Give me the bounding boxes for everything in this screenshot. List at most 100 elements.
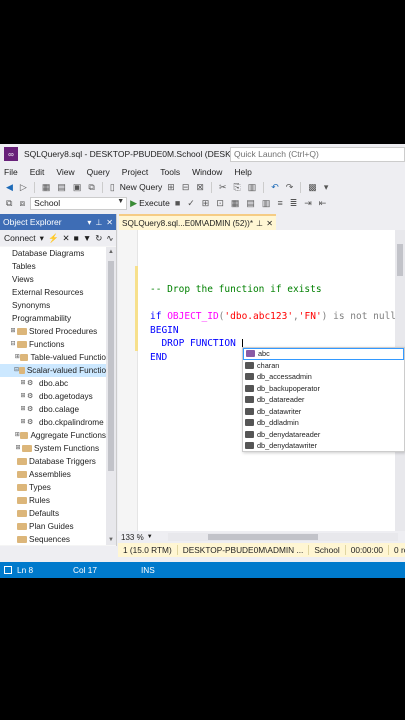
- mdx-icon[interactable]: ⊟: [180, 182, 192, 193]
- copy-icon[interactable]: ⎘: [231, 182, 242, 193]
- tree-item[interactable]: ⊞ Aggregate Functions: [0, 429, 106, 442]
- refresh-icon[interactable]: ↻: [95, 233, 102, 244]
- menu-project[interactable]: Project: [116, 167, 154, 177]
- query-options-icon[interactable]: ⊡: [214, 198, 226, 209]
- scroll-thumb[interactable]: [208, 534, 318, 540]
- comment-icon[interactable]: ≡: [275, 198, 284, 208]
- filter-icon[interactable]: ▼: [83, 233, 91, 243]
- intellisense-list[interactable]: abc charan db_accessadmin db_backupoperator…: [242, 347, 405, 452]
- disconnect-icon[interactable]: ✕: [63, 233, 70, 244]
- parse-icon[interactable]: ✓: [185, 198, 197, 209]
- db-query-icon[interactable]: ⊞: [165, 182, 177, 193]
- tree-item[interactable]: Views: [0, 273, 106, 286]
- results-file-icon[interactable]: ▥: [260, 198, 273, 209]
- tree-item[interactable]: ⊞ Stored Procedures: [0, 325, 106, 338]
- properties-icon[interactable]: ▩: [306, 182, 319, 193]
- tree-item[interactable]: Plan Guides: [0, 520, 106, 533]
- indent-icon[interactable]: ⇥: [302, 198, 314, 209]
- menu-file[interactable]: File: [0, 167, 24, 177]
- expand-toggle-icon[interactable]: ⊞: [9, 325, 17, 338]
- tree-item[interactable]: Database Diagrams: [0, 247, 106, 260]
- display-plan-icon[interactable]: ⊞: [200, 198, 212, 209]
- tree-item[interactable]: ⊞ ⚙ dbo.ckpalindrome: [0, 416, 106, 429]
- paste-icon[interactable]: ▥: [246, 182, 259, 193]
- new-project-icon[interactable]: ▦: [40, 182, 53, 193]
- intellisense-item[interactable]: db_datareader: [243, 394, 404, 406]
- intellisense-item[interactable]: db_accessadmin: [243, 371, 404, 383]
- open-file-icon[interactable]: ▤: [55, 182, 68, 193]
- back-icon[interactable]: ◀: [4, 182, 15, 193]
- scroll-thumb[interactable]: [108, 261, 114, 471]
- forward-icon[interactable]: ▷: [18, 182, 29, 193]
- tree-item[interactable]: ⊞ System Functions: [0, 442, 106, 455]
- tree-item[interactable]: Rules: [0, 494, 106, 507]
- redo-icon[interactable]: ↷: [284, 182, 296, 193]
- intellisense-item[interactable]: db_ddladmin: [243, 417, 404, 429]
- stop-icon[interactable]: ■: [173, 198, 182, 208]
- tree-item[interactable]: Types: [0, 481, 106, 494]
- tree-item[interactable]: ⊟ Functions: [0, 338, 106, 351]
- menu-help[interactable]: Help: [228, 167, 257, 177]
- close-tab-icon[interactable]: ✕: [266, 218, 273, 228]
- scroll-thumb[interactable]: [397, 244, 403, 276]
- results-grid-icon[interactable]: ▦: [229, 198, 242, 209]
- new-query-button[interactable]: New Query: [120, 182, 163, 192]
- tree-item[interactable]: Database Triggers: [0, 455, 106, 468]
- results-text-icon[interactable]: ▤: [244, 198, 257, 209]
- expand-toggle-icon[interactable]: ⊞: [14, 442, 22, 455]
- dmx-icon[interactable]: ⊠: [194, 182, 206, 193]
- stop-icon[interactable]: ■: [74, 233, 79, 243]
- menu-window[interactable]: Window: [186, 167, 228, 177]
- expand-toggle-icon[interactable]: ⊞: [19, 390, 27, 403]
- tree-item[interactable]: ⊞ ⚙ dbo.abc: [0, 377, 106, 390]
- uncomment-icon[interactable]: ≣: [288, 198, 300, 209]
- save-icon[interactable]: ▣: [71, 182, 84, 193]
- change-connection-icon[interactable]: ⧈: [17, 198, 27, 209]
- intellisense-item[interactable]: db_denydatareader: [243, 429, 404, 441]
- chevron-down-icon[interactable]: ▼: [147, 534, 153, 540]
- undo-icon[interactable]: ↶: [269, 182, 281, 193]
- pin-icon[interactable]: ⊥: [256, 218, 263, 228]
- save-all-icon[interactable]: ⧉: [86, 182, 96, 193]
- object-explorer-scrollbar[interactable]: ▲ ▼: [106, 247, 116, 545]
- activity-monitor-icon[interactable]: ∿: [106, 233, 113, 244]
- cut-icon[interactable]: ✂: [217, 182, 229, 193]
- close-icon[interactable]: ✕: [106, 218, 113, 227]
- menu-edit[interactable]: Edit: [24, 167, 51, 177]
- toolbar-overflow-icon[interactable]: ▾: [322, 182, 331, 193]
- expand-toggle-icon[interactable]: ⊟: [9, 338, 17, 351]
- tree-item[interactable]: Tables: [0, 260, 106, 273]
- intellisense-item[interactable]: db_denydatawriter: [243, 440, 404, 451]
- connect-dropdown-icon[interactable]: ▾: [40, 233, 44, 244]
- menu-query[interactable]: Query: [81, 167, 116, 177]
- tree-item[interactable]: Programmability: [0, 312, 106, 325]
- zoom-level[interactable]: 133 %: [118, 533, 147, 542]
- tab-sqlquery8[interactable]: SQLQuery8.sql...E0M\ADMIN (52))* ⊥ ✕: [119, 214, 277, 230]
- code-area[interactable]: -- Drop the function if exists if OBJECT…: [150, 230, 396, 363]
- tree-item[interactable]: ⊞ ⚙ dbo.calage: [0, 403, 106, 416]
- menu-view[interactable]: View: [50, 167, 80, 177]
- editor-horizontal-scrollbar[interactable]: [168, 533, 398, 541]
- tree-item[interactable]: External Resources: [0, 286, 106, 299]
- intellisense-item[interactable]: charan: [243, 360, 404, 372]
- menu-tools[interactable]: Tools: [154, 167, 186, 177]
- tree-item[interactable]: Defaults: [0, 507, 106, 520]
- tree-item[interactable]: Sequences: [0, 533, 106, 545]
- outdent-icon[interactable]: ⇤: [317, 198, 329, 209]
- database-select[interactable]: School ▼: [30, 196, 128, 210]
- expand-toggle-icon[interactable]: ⊞: [19, 377, 27, 390]
- connect-plug-icon[interactable]: ⚡: [48, 233, 59, 244]
- quick-launch-input[interactable]: Quick Launch (Ctrl+Q): [230, 147, 405, 162]
- intellisense-item[interactable]: db_backupoperator: [243, 383, 404, 395]
- tree-item[interactable]: ⊟ Scalar-valued Functio: [0, 364, 106, 377]
- new-query-icon[interactable]: ▯: [108, 182, 117, 193]
- intellisense-item[interactable]: db_datawriter: [243, 406, 404, 418]
- scroll-down-icon[interactable]: ▼: [106, 537, 116, 543]
- connect-button[interactable]: Connect: [4, 233, 36, 243]
- tree-item[interactable]: ⊞ Table-valued Functio: [0, 351, 106, 364]
- execute-button[interactable]: ▶ Execute: [130, 198, 170, 209]
- intellisense-item[interactable]: abc: [243, 348, 404, 360]
- tree-item[interactable]: Assemblies: [0, 468, 106, 481]
- dropdown-icon[interactable]: ▾: [87, 218, 91, 227]
- tree-item[interactable]: ⊞ ⚙ dbo.agetodays: [0, 390, 106, 403]
